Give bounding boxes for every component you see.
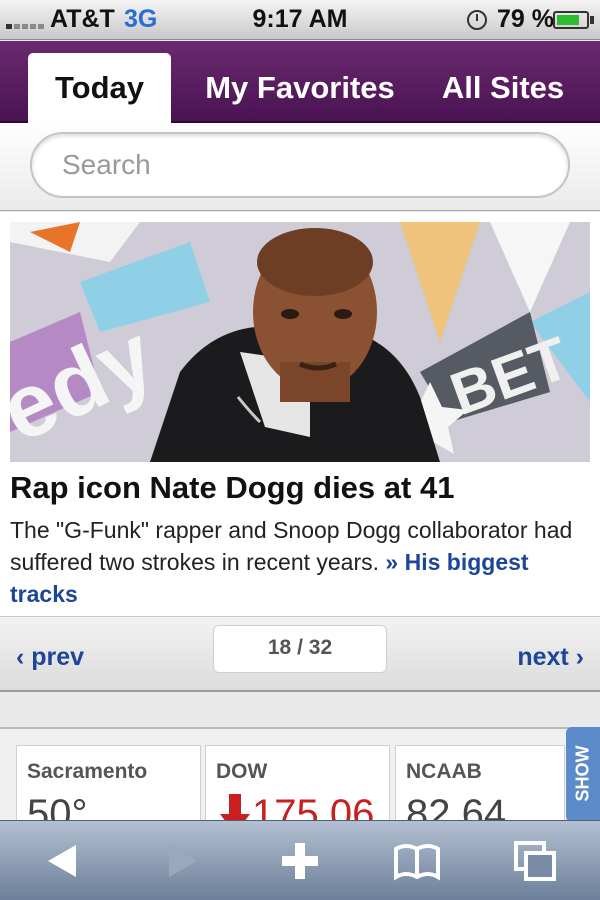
scores-widget[interactable]: NCAAB 82 64 (395, 745, 565, 825)
search-input[interactable] (30, 132, 570, 198)
chevron-right-icon: › (575, 643, 584, 671)
search-bar (0, 123, 600, 211)
stock-widget[interactable]: DOW 175.06 (205, 745, 390, 825)
page-separator: / (297, 636, 303, 659)
forward-icon[interactable] (155, 837, 205, 885)
story-photo[interactable]: edy BET (10, 222, 590, 462)
prev-button[interactable]: ‹ prev (16, 643, 84, 672)
stock-index-name: DOW (216, 760, 268, 783)
story-headline[interactable]: Rap icon Nate Dogg dies at 41 (10, 470, 590, 506)
tab-today[interactable]: Today (28, 53, 171, 123)
battery-percent: 79 % (497, 5, 554, 33)
pages-icon[interactable] (510, 837, 560, 885)
status-bar: AT&T 3G 9:17 AM 79 % (0, 0, 600, 40)
chevron-left-icon: ‹ (16, 643, 25, 671)
next-label: next (517, 643, 569, 671)
bookmarks-icon[interactable] (392, 837, 442, 885)
tab-my-favorites[interactable]: My Favorites (190, 53, 410, 123)
tab-all-sites[interactable]: All Sites (428, 53, 578, 123)
info-widgets: Sacramento 50° DOW 175.06 NCAAB 82 64 (0, 727, 600, 825)
related-link-marker: » (385, 549, 399, 575)
show-label: SHOW (572, 745, 593, 802)
page-current: 18 (267, 636, 292, 659)
show-more-tab[interactable]: SHOW (566, 727, 600, 822)
add-icon[interactable] (275, 837, 325, 885)
page-total: 32 (308, 636, 333, 659)
alarm-clock-icon (467, 10, 487, 30)
battery-icon (553, 11, 589, 29)
next-button[interactable]: next › (517, 643, 584, 672)
top-story: edy BET Rap icon Nate Dogg dies at 41 Th… (0, 212, 600, 616)
back-icon[interactable] (40, 837, 90, 885)
page-counter: 18 / 32 (213, 625, 387, 673)
section-tabs: Today My Favorites All Sites (0, 41, 600, 123)
weather-widget[interactable]: Sacramento 50° (16, 745, 201, 825)
prev-label: prev (31, 643, 85, 671)
browser-toolbar (0, 820, 600, 900)
weather-location: Sacramento (27, 760, 148, 783)
story-pager: ‹ prev 18 / 32 next › (0, 616, 600, 692)
scores-league: NCAAB (406, 760, 482, 783)
story-summary: The "G-Funk" rapper and Snoop Dogg colla… (10, 514, 590, 610)
